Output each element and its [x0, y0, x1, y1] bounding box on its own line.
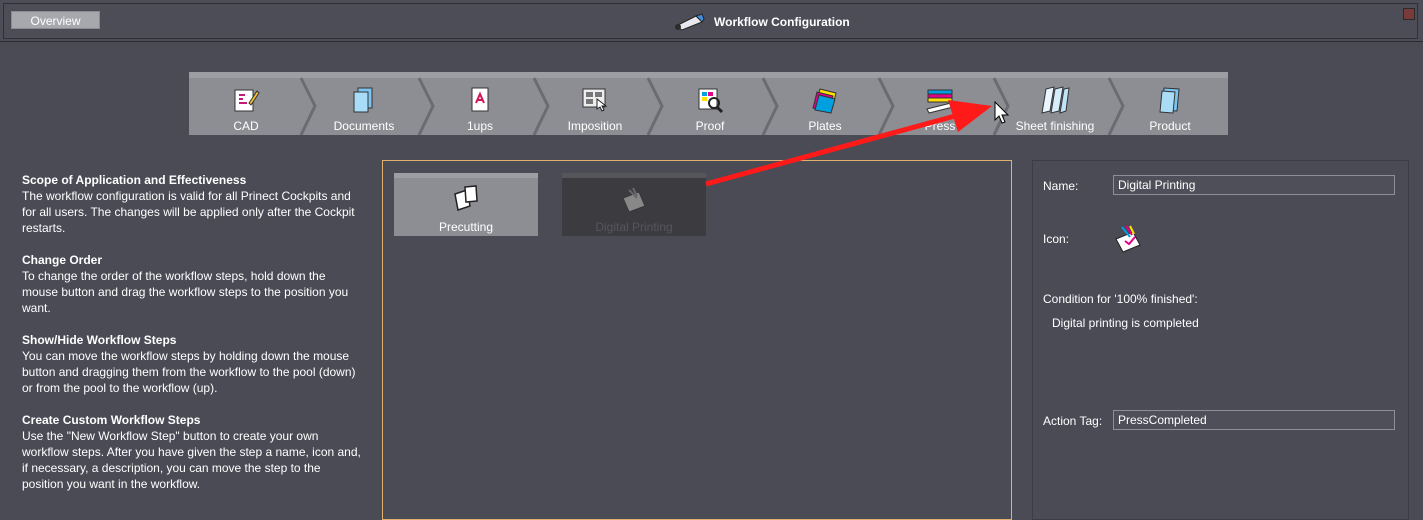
action-tag-field[interactable]: PressCompleted [1113, 410, 1395, 430]
help-section: Show/Hide Workflow Steps You can move th… [22, 333, 356, 395]
precutting-icon [454, 185, 478, 211]
imposition-icon [582, 88, 608, 112]
step-press[interactable]: Press [883, 78, 997, 135]
action-tag-label: Action Tag: [1043, 414, 1103, 428]
pool-tile-digital-printing[interactable]: Digital Printing [562, 173, 706, 236]
step-cad[interactable]: CAD [189, 78, 303, 135]
help-panel: Scope of Application and Effectiveness T… [22, 172, 362, 508]
sheet-finishing-icon [1041, 86, 1070, 114]
press-icon [926, 89, 954, 114]
step-sheet-finishing[interactable]: Sheet finishing [998, 78, 1112, 135]
step-documents[interactable]: Documents [307, 78, 421, 135]
cad-icon [234, 89, 260, 112]
workflow-config-icon [675, 13, 705, 31]
help-section: Change Order To change the order of the … [22, 253, 349, 315]
step-imposition[interactable]: Imposition [538, 78, 652, 135]
close-icon[interactable] [1403, 8, 1415, 20]
step-product[interactable]: Product [1113, 78, 1227, 135]
step-plates[interactable]: Plates [768, 78, 882, 135]
digital-printing-icon[interactable] [1113, 223, 1143, 253]
product-icon [1159, 87, 1180, 114]
step-pool[interactable]: Precutting Digital Printing [382, 160, 1012, 520]
condition-label: Condition for '100% finished': [1043, 292, 1198, 306]
pool-tile-precutting[interactable]: Precutting [394, 173, 538, 236]
workflow-steps-bar: CAD Documents 1ups Imposition Proof Plat… [189, 72, 1228, 135]
help-section: Scope of Application and Effectiveness T… [22, 173, 355, 235]
step-1ups[interactable]: 1ups [423, 78, 537, 135]
name-field[interactable]: Digital Printing [1113, 175, 1395, 195]
condition-value: Digital printing is completed [1052, 316, 1199, 330]
step-proof[interactable]: Proof [653, 78, 767, 135]
window-title: Workflow Configuration [672, 12, 850, 32]
help-section: Create Custom Workflow Steps Use the "Ne… [22, 413, 361, 491]
pdf-1up-icon [471, 87, 489, 112]
window-title-text: Workflow Configuration [714, 15, 850, 29]
step-details-panel: Name: Digital Printing Icon: Condition f… [1032, 160, 1409, 520]
name-label: Name: [1043, 179, 1079, 193]
icon-label: Icon: [1043, 232, 1070, 246]
title-bar: Overview Workflow Configuration [0, 0, 1423, 42]
digital-printing-icon [622, 187, 646, 213]
documents-icon [353, 87, 373, 113]
overview-button[interactable]: Overview [11, 11, 100, 29]
plates-icon [812, 88, 837, 114]
proof-icon [698, 88, 724, 114]
mouse-cursor-icon [994, 101, 1010, 124]
